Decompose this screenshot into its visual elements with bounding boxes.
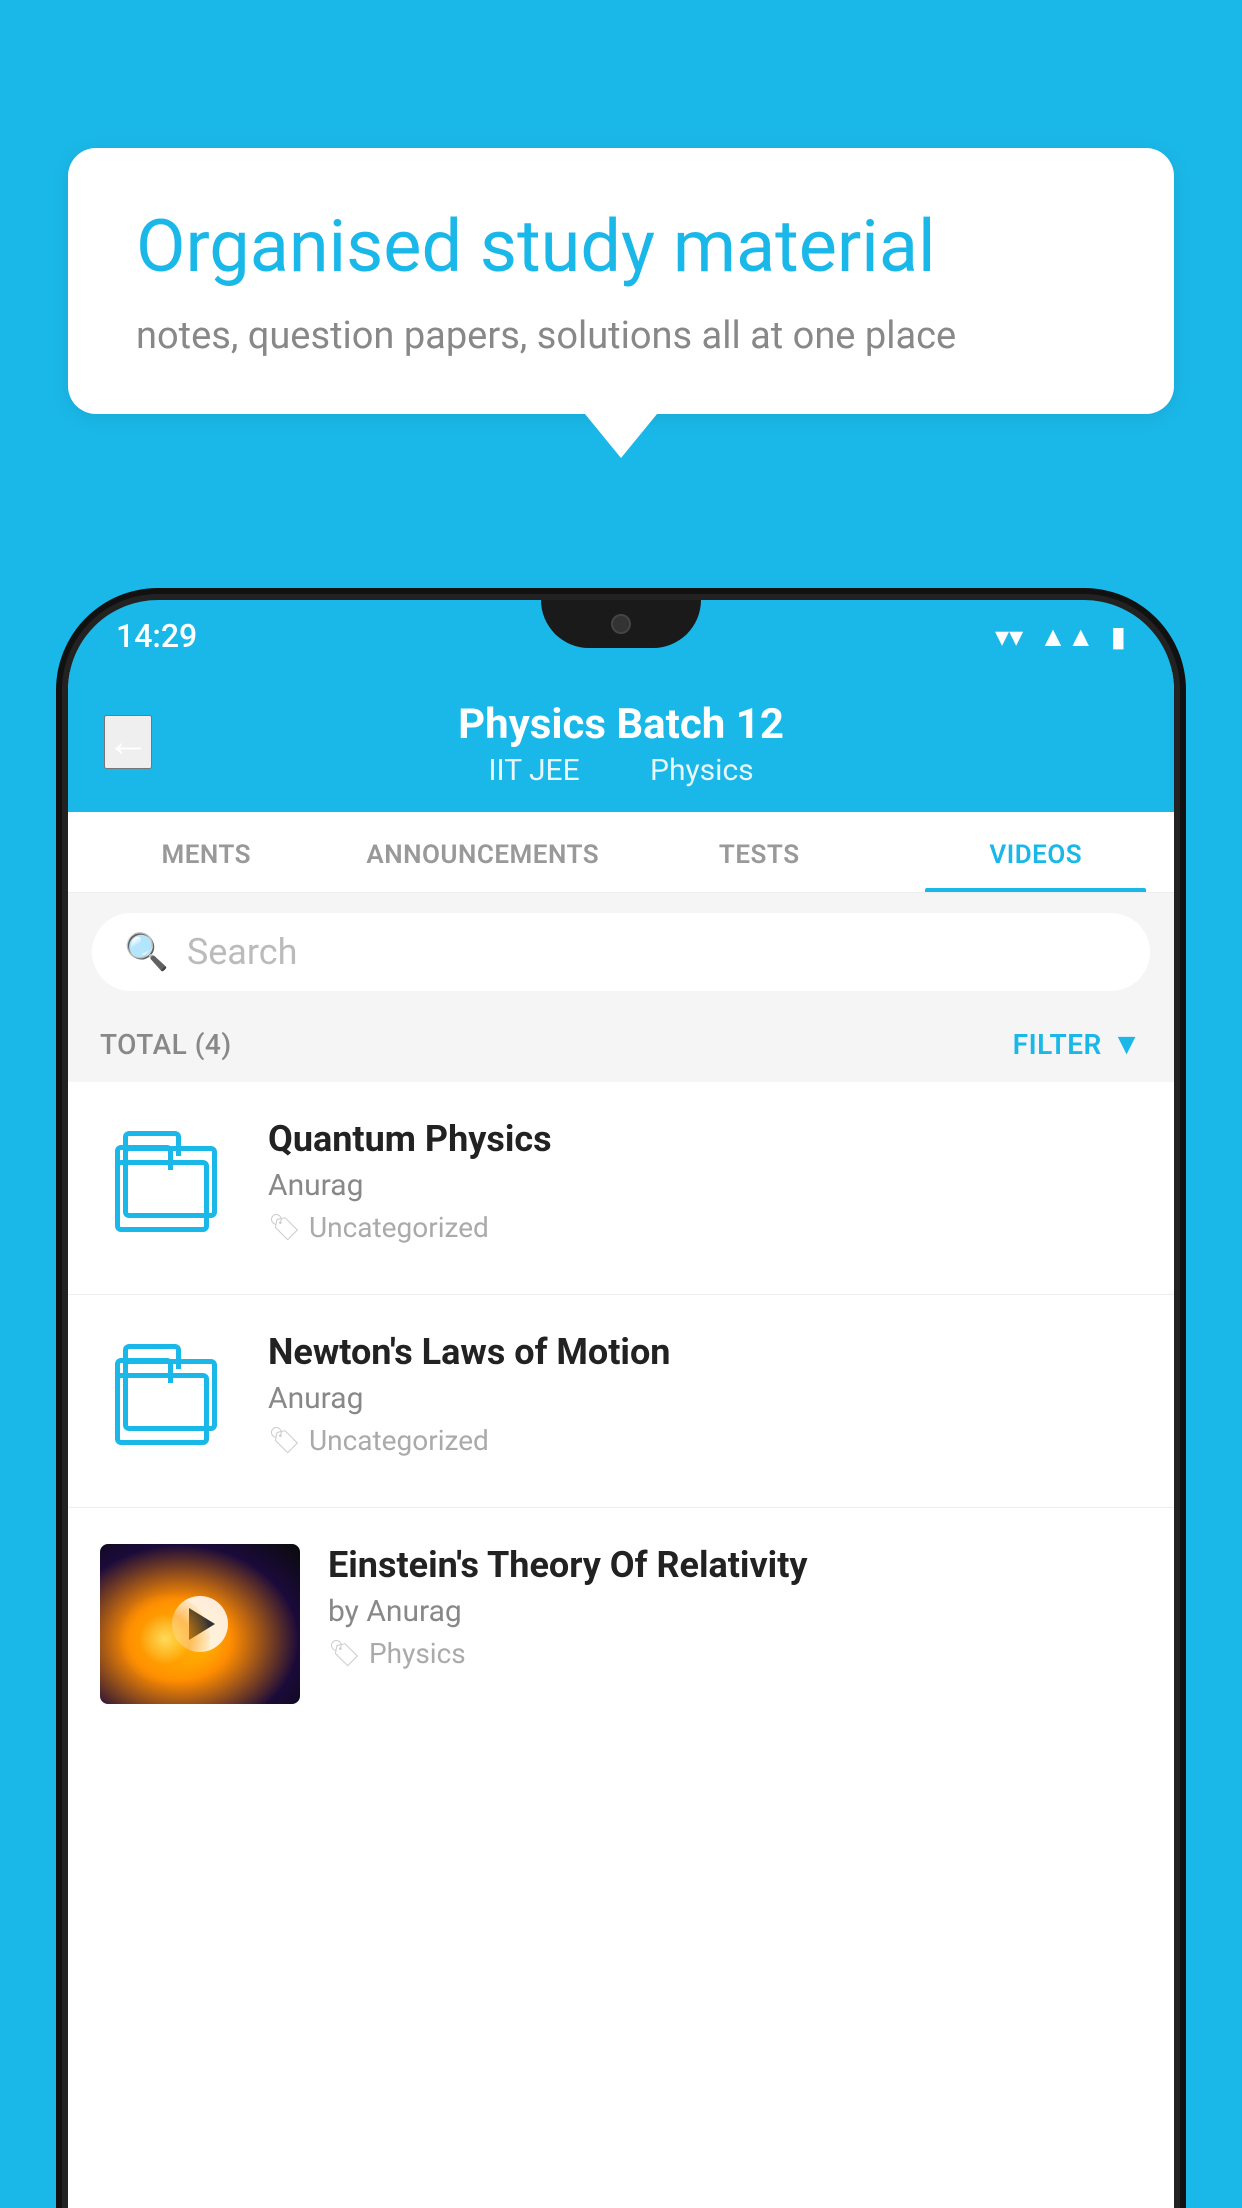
header-subtitle-separator — [611, 753, 626, 788]
phone-frame-outer: 14:29 ▾▾ ▲▲ ▮ ← Physics Batch 12 IIT JEE… — [68, 600, 1174, 2208]
header-subtitle-physics: Physics — [650, 753, 754, 788]
speech-bubble-subtitle: notes, question papers, solutions all at… — [136, 314, 1106, 358]
list-item[interactable]: Newton's Laws of Motion Anurag 🏷 Uncateg… — [68, 1295, 1174, 1508]
speech-bubble-title: Organised study material — [136, 204, 1106, 290]
tag-icon: 🏷 — [328, 1639, 361, 1669]
filter-bar: TOTAL (4) FILTER ▼ — [68, 1011, 1174, 1082]
folder-icon — [115, 1138, 225, 1238]
front-camera — [611, 614, 631, 634]
tag-icon: 🏷 — [268, 1213, 301, 1243]
tag-icon: 🏷 — [268, 1426, 301, 1456]
search-placeholder: Search — [187, 931, 298, 973]
total-count-label: TOTAL (4) — [100, 1028, 232, 1061]
filter-button[interactable]: FILTER ▼ — [1013, 1027, 1142, 1062]
video-thumbnail-image — [100, 1544, 300, 1704]
video-thumb-newton — [100, 1331, 240, 1471]
list-item[interactable]: Quantum Physics Anurag 🏷 Uncategorized — [68, 1082, 1174, 1295]
app-header: ← Physics Batch 12 IIT JEE Physics — [68, 672, 1174, 812]
speech-bubble-card: Organised study material notes, question… — [68, 148, 1174, 458]
search-icon: 🔍 — [124, 931, 169, 973]
video-info-newton: Newton's Laws of Motion Anurag 🏷 Uncateg… — [268, 1331, 1142, 1457]
tag-label: Physics — [369, 1637, 466, 1670]
header-subtitle: IIT JEE Physics — [476, 753, 765, 788]
speech-bubble-tail — [585, 414, 657, 458]
filter-label: FILTER — [1013, 1028, 1102, 1061]
tag-label: Uncategorized — [309, 1424, 489, 1457]
list-item[interactable]: Einstein's Theory Of Relativity by Anura… — [68, 1508, 1174, 1740]
status-icons: ▾▾ ▲▲ ▮ — [995, 620, 1126, 653]
video-thumb-einstein — [100, 1544, 300, 1704]
video-author: by Anurag — [328, 1594, 1142, 1629]
filter-funnel-icon: ▼ — [1112, 1027, 1142, 1062]
battery-icon: ▮ — [1111, 620, 1126, 653]
video-title: Newton's Laws of Motion — [268, 1331, 1142, 1373]
phone-notch — [541, 600, 701, 648]
tab-tests[interactable]: TESTS — [621, 812, 898, 892]
search-bar[interactable]: 🔍 Search — [92, 913, 1150, 991]
tab-bar: MENTS ANNOUNCEMENTS TESTS VIDEOS — [68, 812, 1174, 893]
tab-ments[interactable]: MENTS — [68, 812, 345, 892]
status-time: 14:29 — [116, 617, 197, 655]
tab-videos[interactable]: VIDEOS — [898, 812, 1175, 892]
video-title: Quantum Physics — [268, 1118, 1142, 1160]
video-tag: 🏷 Uncategorized — [268, 1424, 1142, 1457]
video-list: Quantum Physics Anurag 🏷 Uncategorized — [68, 1082, 1174, 1740]
video-info-einstein: Einstein's Theory Of Relativity by Anura… — [328, 1544, 1142, 1670]
video-tag: 🏷 Uncategorized — [268, 1211, 1142, 1244]
phone-frame: 14:29 ▾▾ ▲▲ ▮ ← Physics Batch 12 IIT JEE… — [68, 600, 1174, 2208]
video-author: Anurag — [268, 1168, 1142, 1203]
folder-icon — [115, 1351, 225, 1451]
video-title: Einstein's Theory Of Relativity — [328, 1544, 1142, 1586]
status-bar: 14:29 ▾▾ ▲▲ ▮ — [68, 600, 1174, 672]
phone-screen: ← Physics Batch 12 IIT JEE Physics MENTS… — [68, 672, 1174, 2208]
search-bar-wrapper: 🔍 Search — [68, 893, 1174, 1011]
header-title: Physics Batch 12 — [458, 700, 784, 749]
video-thumb-quantum — [100, 1118, 240, 1258]
wifi-icon: ▾▾ — [995, 620, 1023, 653]
tab-announcements[interactable]: ANNOUNCEMENTS — [345, 812, 622, 892]
signal-icon: ▲▲ — [1039, 620, 1094, 653]
header-subtitle-iitjee: IIT JEE — [488, 753, 579, 788]
video-author: Anurag — [268, 1381, 1142, 1416]
video-info-quantum: Quantum Physics Anurag 🏷 Uncategorized — [268, 1118, 1142, 1244]
video-tag: 🏷 Physics — [328, 1637, 1142, 1670]
tag-label: Uncategorized — [309, 1211, 489, 1244]
back-button[interactable]: ← — [104, 715, 152, 769]
